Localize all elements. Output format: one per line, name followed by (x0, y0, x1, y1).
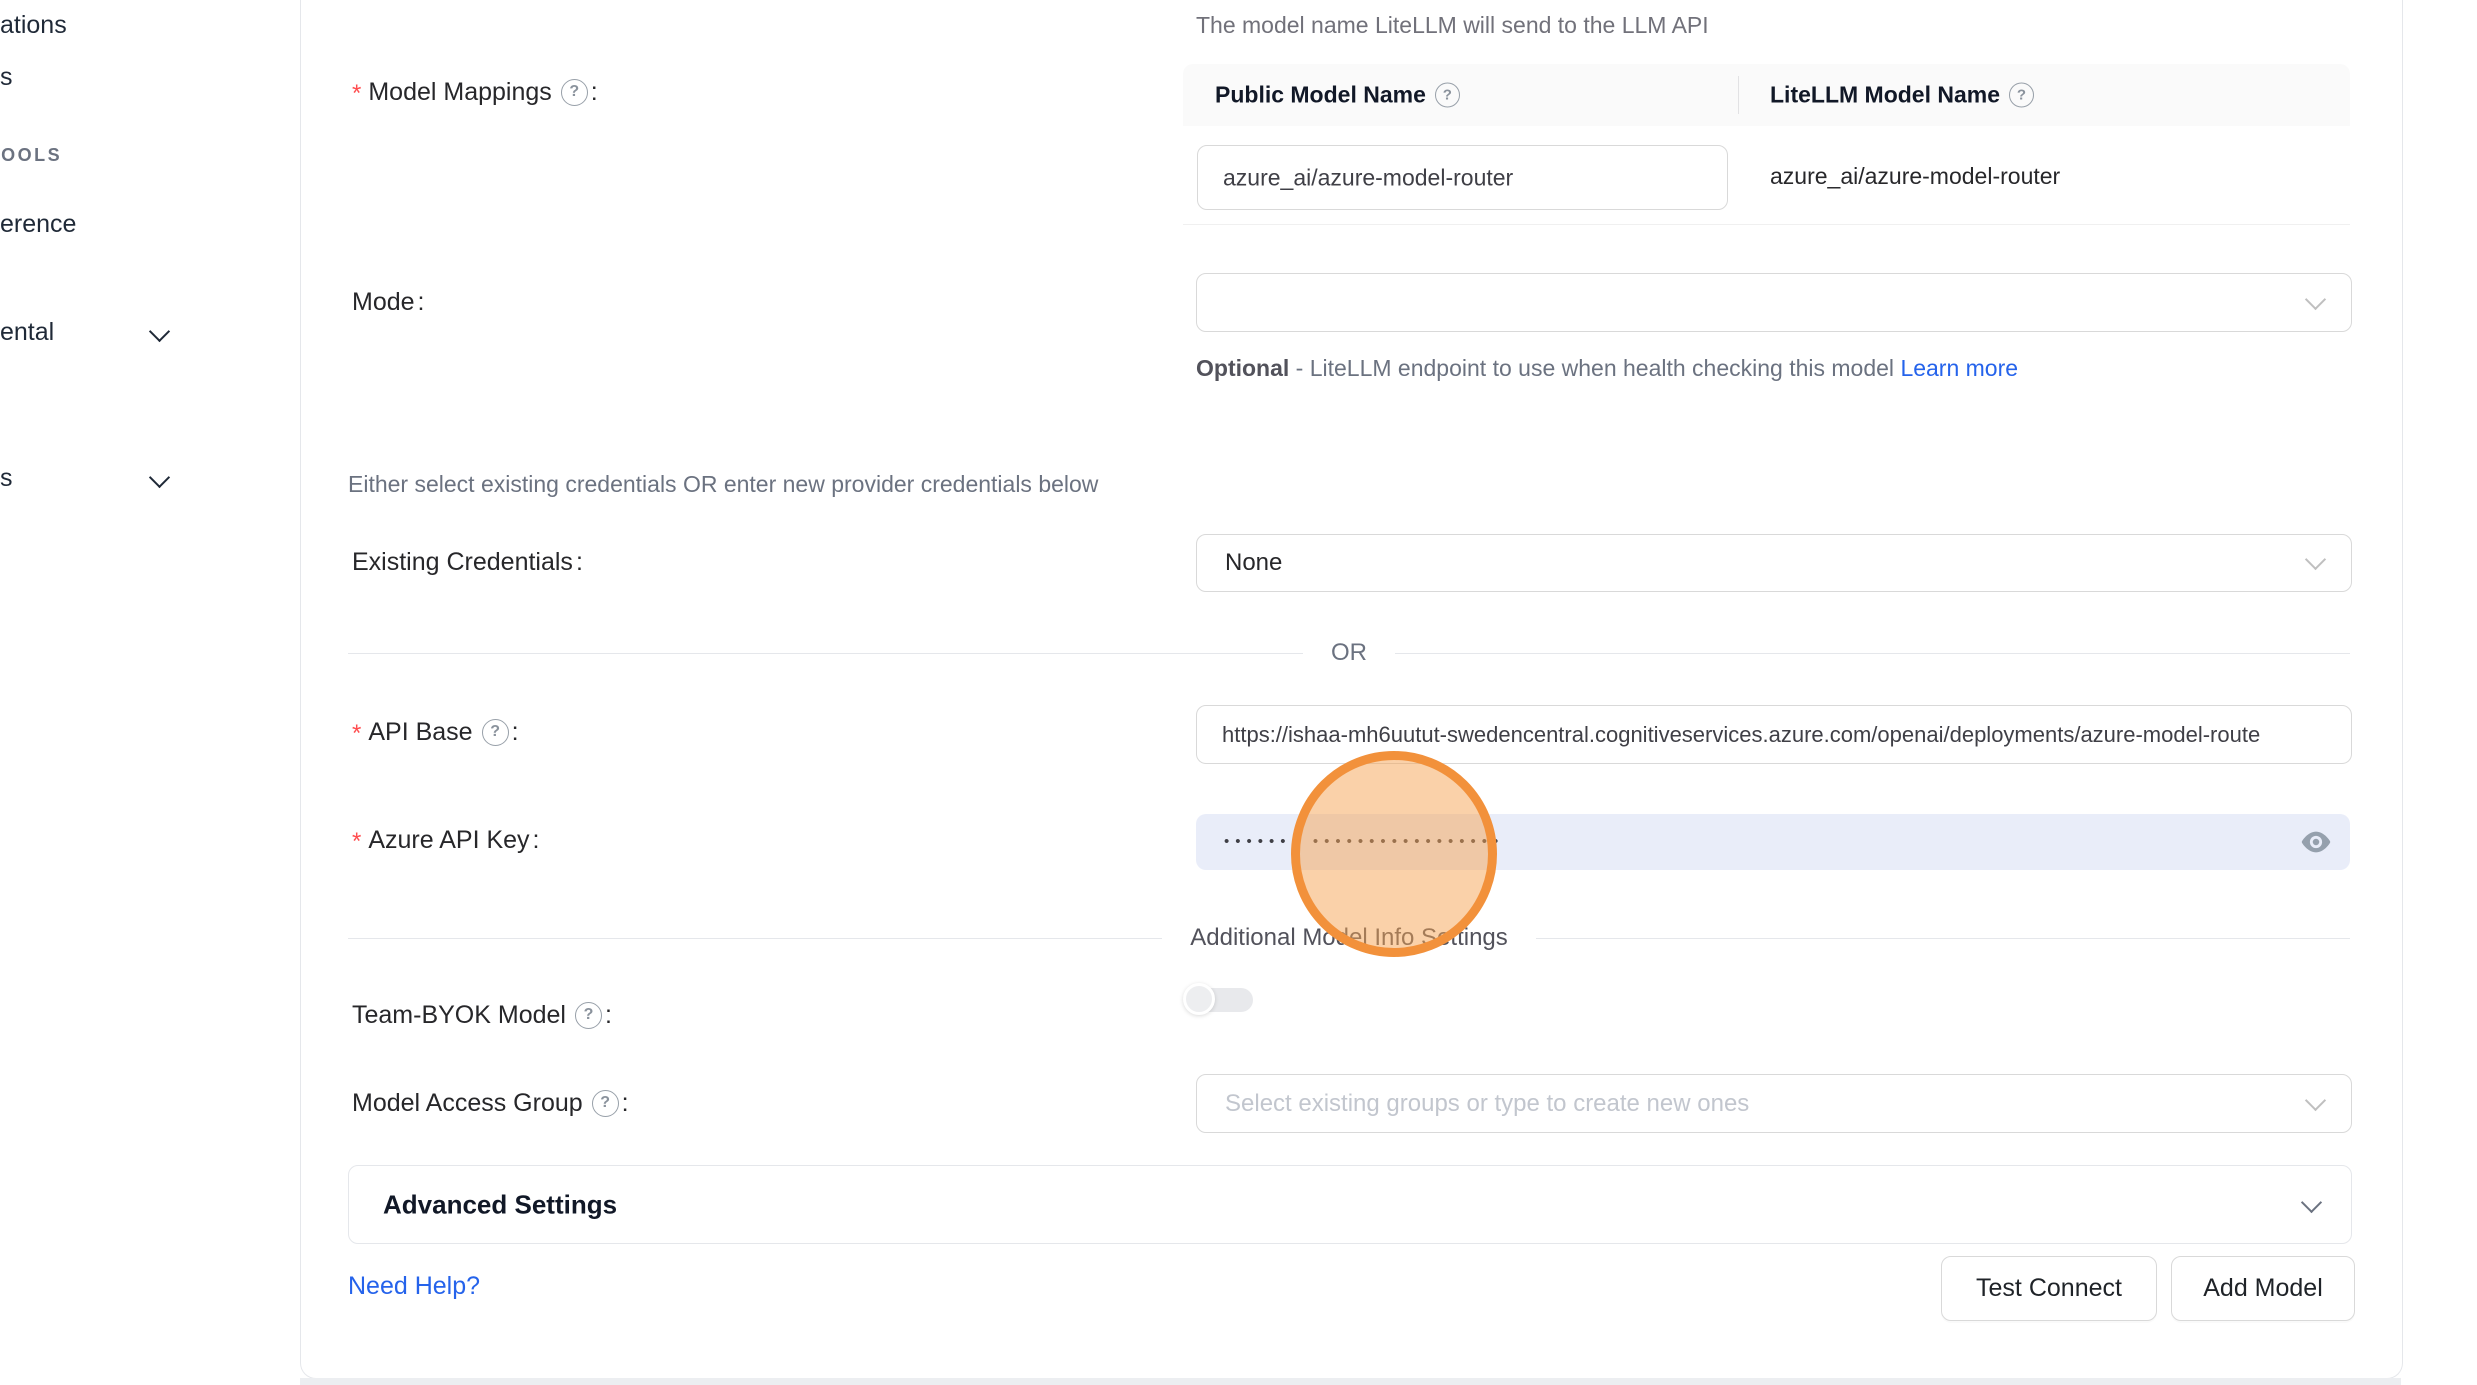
eye-icon[interactable] (2300, 829, 2332, 855)
table-row-separator (1183, 224, 2350, 225)
sidebar-item-label: s (0, 464, 13, 492)
chevron-down-icon (2301, 1191, 2322, 1212)
required-mark: * (352, 828, 361, 856)
team-byok-toggle[interactable] (1183, 983, 1261, 1017)
click-indicator (1291, 751, 1497, 957)
litellm-model-name-value: azure_ai/azure-model-router (1770, 163, 2060, 190)
help-icon[interactable]: ? (575, 1002, 602, 1029)
add-model-button[interactable]: Add Model (2171, 1256, 2355, 1321)
sidebar: ations s TOOLS erence ental s (0, 0, 299, 1385)
model-name-hint: The model name LiteLLM will send to the … (1196, 10, 1709, 40)
required-mark: * (352, 720, 361, 748)
sidebar-item-organizations[interactable]: ations (0, 8, 67, 42)
advanced-settings-label: Advanced Settings (383, 1189, 617, 1220)
need-help-link[interactable]: Need Help? (348, 1272, 480, 1301)
help-icon[interactable]: ? (561, 79, 588, 106)
azure-api-key-label: * Azure API Key : (352, 822, 540, 858)
add-model-page: ations s TOOLS erence ental s The model … (0, 0, 2477, 1385)
public-model-name-input[interactable]: azure_ai/azure-model-router (1197, 145, 1728, 210)
credentials-note: Either select existing credentials OR en… (348, 469, 1098, 499)
mode-hint: Optional - LiteLLM endpoint to use when … (1196, 348, 2026, 388)
sidebar-item-experimental[interactable]: ental (0, 315, 54, 349)
api-base-label: * API Base ? : (352, 714, 519, 750)
or-divider: OR (348, 641, 2350, 665)
model-mappings-label: * Model Mappings ? : (352, 74, 598, 110)
sidebar-item[interactable]: s (0, 60, 13, 94)
chevron-down-icon[interactable] (149, 467, 170, 488)
chevron-down-icon (2305, 549, 2326, 570)
help-icon[interactable]: ? (2009, 83, 2034, 108)
public-model-name-header: Public Model Name ? (1215, 82, 1460, 109)
required-mark: * (352, 80, 361, 108)
sidebar-item-label: s (0, 63, 13, 91)
sidebar-item-label: ental (0, 318, 54, 346)
sidebar-item-label: ations (0, 11, 67, 39)
chevron-down-icon[interactable] (149, 321, 170, 342)
existing-credentials-value: None (1225, 549, 1282, 577)
model-access-group-label: Model Access Group ? : (352, 1085, 629, 1121)
toggle-knob (1183, 983, 1215, 1015)
help-icon[interactable]: ? (482, 719, 509, 746)
public-model-name-value: azure_ai/azure-model-router (1223, 164, 1713, 191)
mode-select[interactable] (1196, 273, 2352, 332)
chevron-down-icon (2305, 288, 2326, 309)
learn-more-link[interactable]: Learn more (1900, 355, 2018, 381)
sidebar-item-settings[interactable]: s (0, 461, 13, 495)
team-byok-label: Team-BYOK Model ? : (352, 997, 612, 1033)
sidebar-item-inference[interactable]: erence (0, 207, 76, 241)
api-base-value: https://ishaa-mh6uutut-swedencentral.cog… (1222, 722, 2337, 748)
sidebar-item-label: erence (0, 210, 76, 238)
optional-label: Optional (1196, 355, 1289, 381)
model-access-group-placeholder: Select existing groups or type to create… (1225, 1090, 1749, 1118)
help-icon[interactable]: ? (1435, 83, 1460, 108)
page-background-strip (300, 1378, 2401, 1385)
column-divider (1738, 76, 1739, 114)
model-access-group-select[interactable]: Select existing groups or type to create… (1196, 1074, 2352, 1133)
existing-credentials-label: Existing Credentials : (352, 544, 583, 580)
advanced-settings-panel[interactable]: Advanced Settings (348, 1165, 2352, 1244)
litellm-model-name-header: LiteLLM Model Name ? (1770, 82, 2034, 109)
mapping-table-header: Public Model Name ? LiteLLM Model Name ? (1183, 64, 2350, 126)
mode-label: Mode : (352, 284, 425, 320)
existing-credentials-select[interactable]: None (1196, 534, 2352, 592)
chevron-down-icon (2305, 1089, 2326, 1110)
sidebar-section-tools: TOOLS (0, 144, 62, 166)
help-icon[interactable]: ? (592, 1090, 619, 1117)
test-connect-button[interactable]: Test Connect (1941, 1256, 2157, 1321)
